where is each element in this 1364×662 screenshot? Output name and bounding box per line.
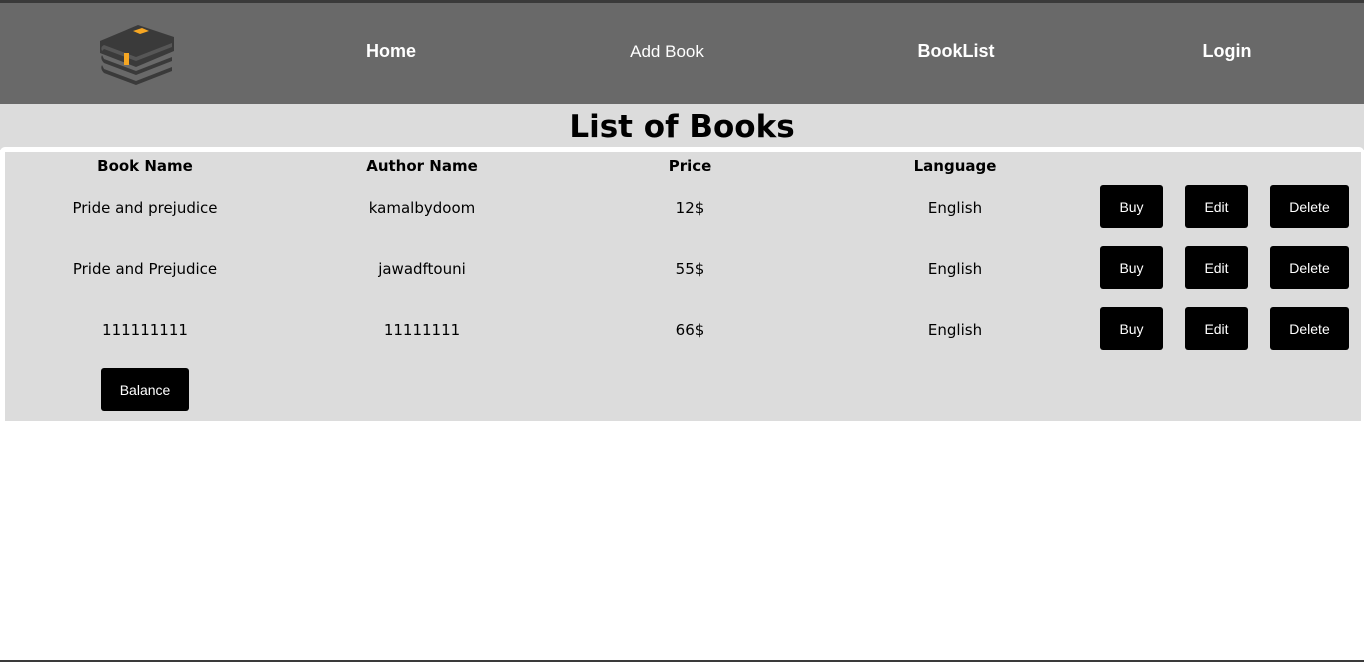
- row-1-delete-button[interactable]: Delete: [1270, 185, 1349, 228]
- table-row-1-author-name: kamalbydoom: [368, 199, 476, 217]
- row-2-buy-button[interactable]: Buy: [1100, 246, 1163, 289]
- table-row-1-language: English: [927, 199, 983, 217]
- header-language: Language: [913, 157, 997, 175]
- nav-booklist[interactable]: BookList: [917, 41, 994, 62]
- nav-login[interactable]: Login: [1203, 41, 1252, 62]
- table-row-1-book-name: Pride and prejudice: [72, 199, 218, 217]
- book-stack-logo-icon[interactable]: [96, 21, 176, 87]
- header-price: Price: [668, 157, 712, 175]
- row-2-edit-button[interactable]: Edit: [1185, 246, 1248, 289]
- table-row-3-author-name: 11111111: [383, 321, 461, 339]
- table-row-3-book-name: 111111111: [102, 321, 188, 339]
- table-row-1-price: 12$: [675, 199, 705, 217]
- table-row-3-language: English: [927, 321, 983, 339]
- row-2-delete-button[interactable]: Delete: [1270, 246, 1349, 289]
- header-book-name: Book Name: [97, 157, 193, 175]
- nav-home[interactable]: Home: [366, 41, 416, 62]
- balance-button[interactable]: Balance: [101, 368, 189, 411]
- table-row-3-price: 66$: [675, 321, 705, 339]
- page-title: List of Books: [569, 109, 795, 145]
- table-row-2-author-name: jawadftouni: [378, 260, 466, 278]
- nav-add-book[interactable]: Add Book: [630, 42, 704, 62]
- row-3-buy-button[interactable]: Buy: [1100, 307, 1163, 350]
- row-3-delete-button[interactable]: Delete: [1270, 307, 1349, 350]
- row-1-edit-button[interactable]: Edit: [1185, 185, 1248, 228]
- table-row-2-book-name: Pride and Prejudice: [72, 260, 218, 278]
- table-row-2-language: English: [927, 260, 983, 278]
- row-1-buy-button[interactable]: Buy: [1100, 185, 1163, 228]
- table-row-2-price: 55$: [675, 260, 705, 278]
- row-3-edit-button[interactable]: Edit: [1185, 307, 1248, 350]
- navbar: Home Add Book BookList Login: [0, 3, 1364, 104]
- header-author-name: Author Name: [366, 157, 478, 175]
